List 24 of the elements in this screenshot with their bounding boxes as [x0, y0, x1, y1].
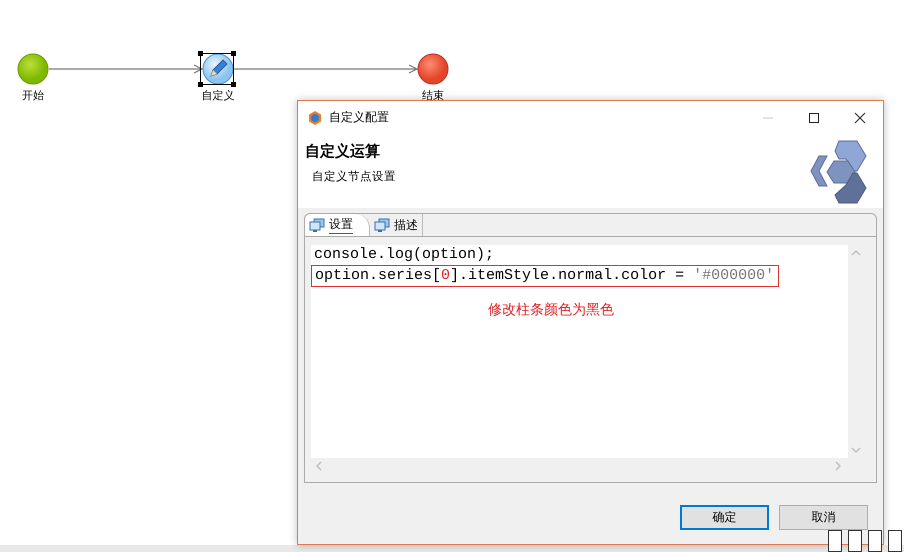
code-line: console.log(option); [313, 245, 494, 265]
node-label: 结束 [422, 89, 444, 103]
dialog-subheading: 自定义节点设置 [312, 169, 396, 184]
dialog-button[interactable]: 取消 [779, 505, 868, 530]
scroll-down-icon [851, 447, 861, 453]
monitor-icon [374, 218, 390, 232]
blank-tile-icon[interactable] [828, 530, 842, 552]
close-icon [854, 112, 866, 124]
maximize-icon [808, 112, 820, 124]
blank-tile-icon[interactable] [848, 530, 862, 552]
app-icon [307, 110, 323, 126]
dialog-heading: 自定义运算 [305, 142, 381, 161]
blank-tile-icon[interactable] [888, 530, 902, 552]
scroll-left-icon [316, 461, 322, 471]
node-label: 开始 [22, 89, 44, 103]
window-title: 自定义配置 [329, 109, 389, 126]
tab[interactable]: 设置 [305, 214, 370, 236]
scroll-right-icon [835, 461, 841, 471]
monitor-icon [309, 218, 325, 232]
blank-tile-icon[interactable] [868, 530, 882, 552]
annotation-text: 修改柱条颜色为黑色 [487, 301, 615, 319]
dialog-button[interactable]: 确定 [680, 505, 769, 530]
node-label: 自定义 [202, 89, 234, 103]
scroll-up-icon [851, 250, 861, 256]
